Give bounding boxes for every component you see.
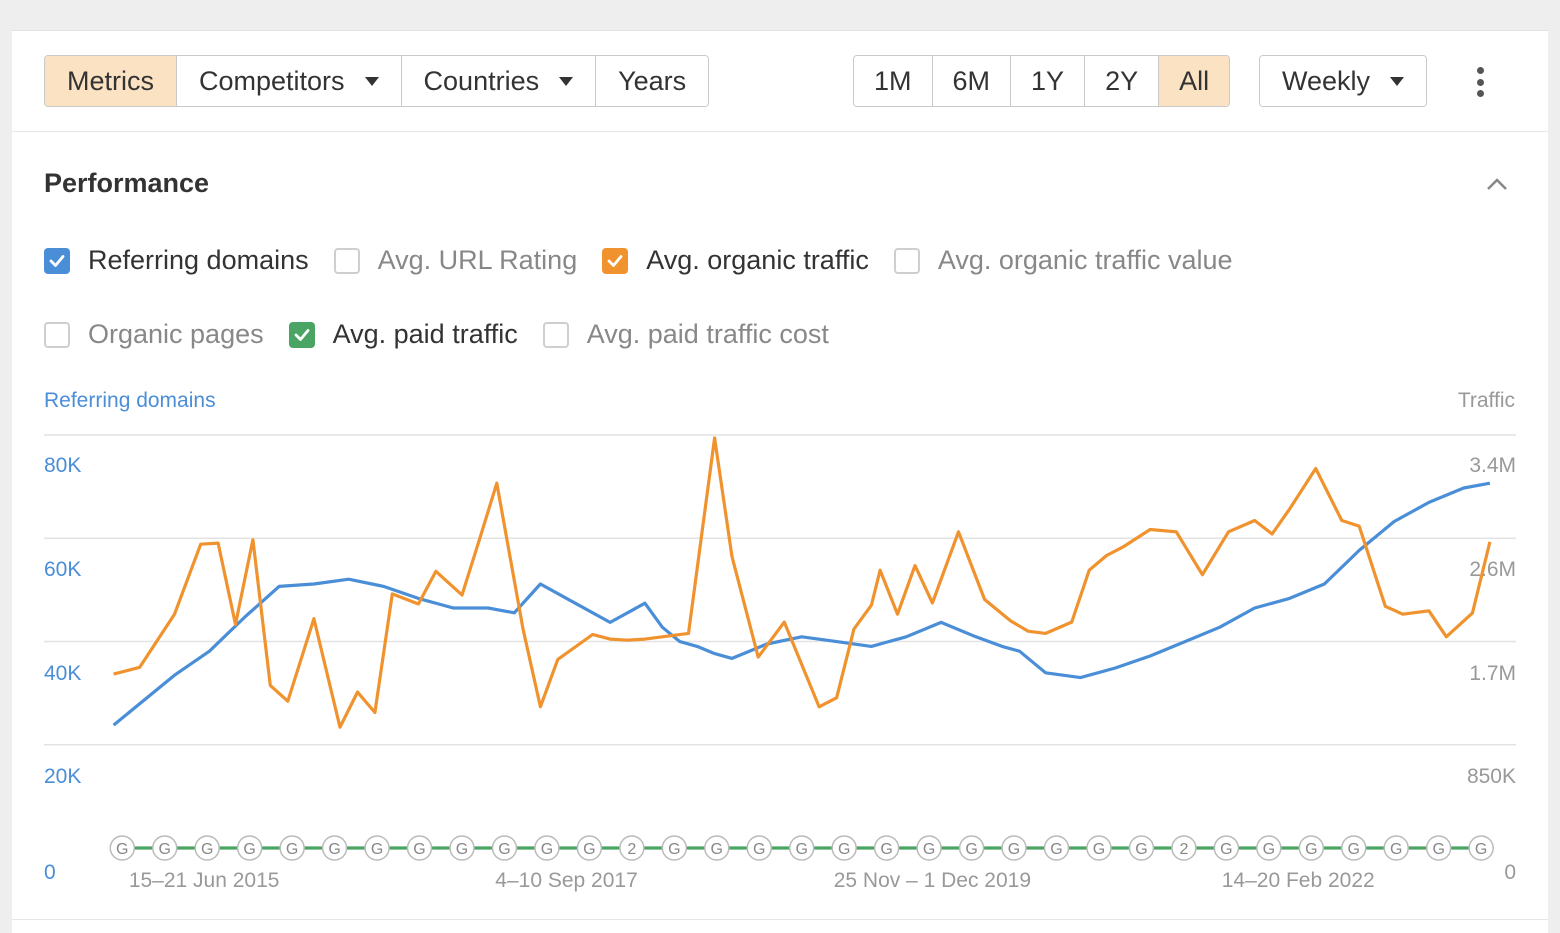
annotation-label: G [1263,841,1275,858]
annotation-marker: G [1425,835,1452,861]
annotation-label: G [795,841,807,858]
annotation-marker: G [788,835,815,861]
annotation-label: 2 [627,841,636,858]
annotation-label: G [583,841,595,858]
annotation-label: G [243,841,255,858]
annotation-marker: G [1341,835,1367,861]
annotation-label: G [413,841,425,858]
annotation-marker: G [1298,835,1325,861]
annotation-marker: G [364,835,390,861]
right-tick-label: 0 [1504,861,1516,884]
annotation-marker: G [1213,835,1240,861]
annotation-label: G [1432,841,1444,858]
annotation-marker: G [873,835,900,861]
right-tick-label: 2.6M [1469,558,1516,581]
annotation-label: 2 [1179,841,1188,858]
annotation-label: G [116,841,128,858]
annotation-marker: G [746,835,772,861]
annotation-label: G [838,841,850,858]
annotation-label: G [711,841,723,858]
annotation-label: G [1093,841,1105,858]
right-tick-label: 3.4M [1469,454,1516,477]
left-tick-label: 60K [44,558,81,581]
annotation-marker: G [1256,835,1282,861]
annotation-marker: G [1468,835,1494,861]
annotation-label: G [1008,841,1020,858]
annotation-marker: G [1128,835,1155,861]
annotation-marker: G [109,835,136,861]
annotation-marker: G [661,835,688,861]
annotation-label: G [201,841,213,858]
annotation-label: G [159,841,171,858]
annotation-marker: G [1086,835,1112,861]
annotation-marker: 2 [619,835,645,861]
annotation-marker: G [194,835,220,861]
x-tick-label: 25 Nov – 1 Dec 2019 [834,869,1031,892]
annotation-marker: G [534,835,560,861]
annotation-marker: G [279,835,305,861]
annotation-label: G [456,841,468,858]
right-tick-label: 850K [1467,765,1516,788]
x-tick-label: 4–10 Sep 2017 [495,869,637,892]
annotation-label: G [880,841,892,858]
x-tick-label: 14–20 Feb 2022 [1222,869,1375,892]
performance-chart: 80K 60K 40K 20K 0 3.4M 2.6M 1.7M 850K 0 15–21 Jun … [44,434,1516,892]
annotation-marker: G [491,835,518,861]
annotation-marker: G [406,835,433,861]
left-tick-label: 80K [44,454,81,477]
annotation-label: G [1135,841,1147,858]
annotation-marker: G [1043,835,1070,861]
annotation-label: G [1220,841,1232,858]
annotation-marker: G [236,835,263,861]
annotation-label: G [668,841,680,858]
annotation-label: G [541,841,553,858]
right-tick-label: 1.7M [1469,662,1516,685]
annotation-marker: G [916,835,942,861]
annotation-label: G [1305,841,1317,858]
annotation-label: G [371,841,383,858]
annotation-label: G [328,841,340,858]
annotation-marker: G [576,835,603,861]
annotation-marker: G [704,835,730,861]
annotation-marker: G [321,835,348,861]
annotation-label: G [1475,841,1487,858]
annotation-marker: G [1383,835,1409,861]
annotation-marker: G [449,835,475,861]
annotation-label: G [1348,841,1360,858]
annotation-marker: G [151,835,178,861]
annotation-marker: G [1001,835,1027,861]
annotation-label: G [286,841,298,858]
left-tick-label: 40K [44,662,81,685]
performance-card: Metrics Competitors Countries Years 1M 6M 1Y 2… [12,30,1548,933]
annotation-label: G [923,841,935,858]
left-tick-label: 20K [44,765,81,788]
annotation-label: G [965,841,977,858]
annotation-label: G [1390,841,1402,858]
annotation-marker: G [831,835,857,861]
annotation-label: G [498,841,510,858]
card-bottom-divider [12,919,1548,920]
annotation-marker: G [958,835,985,861]
left-tick-label: 0 [44,861,56,884]
annotation-label: G [753,841,765,858]
annotation-label: G [1050,841,1062,858]
annotation-marker: 2 [1171,835,1197,861]
x-tick-label: 15–21 Jun 2015 [129,869,280,892]
